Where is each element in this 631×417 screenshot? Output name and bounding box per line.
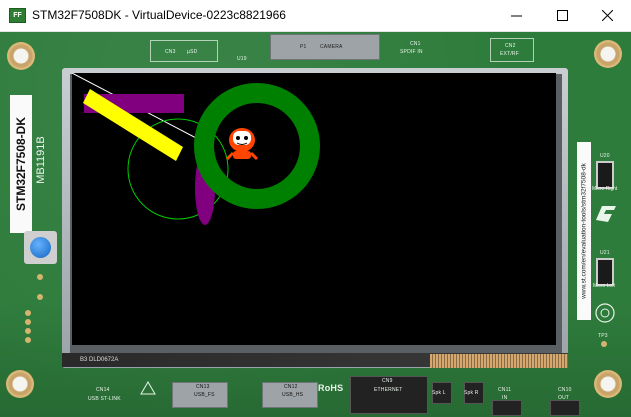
silk-u20: U20: [600, 153, 610, 159]
maximize-button[interactable]: [540, 0, 586, 31]
app-icon: FF: [9, 8, 26, 23]
esd-warning-icon: [140, 381, 156, 395]
silk-usd: µSD: [187, 49, 198, 55]
board-url-text: www.st.com/en/evaluation-tools/stm32f750…: [580, 163, 588, 299]
silk-cn3: CN3: [165, 49, 176, 55]
test-pad: [25, 328, 31, 334]
silk-rohs: RoHS: [318, 383, 344, 393]
lcd-canvas: [72, 73, 320, 225]
silk-ext-rf: EXT/RF: [500, 51, 519, 57]
silk-cn13: CN13: [196, 384, 210, 390]
green-ring: [194, 83, 320, 209]
connector-usd-outline: [150, 40, 218, 62]
close-button[interactable]: [585, 0, 631, 31]
silk-cn10: CN10: [558, 387, 572, 393]
mounting-hole-top-left: [7, 42, 35, 70]
ce-mark-icon: [595, 303, 615, 323]
test-pad: [37, 294, 43, 300]
maximize-icon: [557, 10, 568, 21]
silk-cn12: CN12: [284, 384, 298, 390]
silk-cn14: CN14: [96, 387, 110, 393]
mounting-hole-top-right: [594, 40, 622, 68]
minimize-button[interactable]: [494, 0, 540, 31]
window-titlebar: FF STM32F7508DK - VirtualDevice-0223c882…: [0, 0, 631, 32]
silk-micro-left: Micro Left: [593, 283, 615, 289]
minimize-icon: [511, 15, 522, 17]
board-name-text: STM32F7508-DK: [14, 116, 28, 212]
silk-p1: P1: [300, 44, 307, 50]
silk-ethernet: ETHERNET: [374, 387, 403, 393]
silk-usb-fs: USB_FS: [194, 392, 215, 398]
silk-usb-hs: USB_HS: [282, 392, 304, 398]
board-revision: MB1191B: [34, 125, 48, 195]
silk-tp3: TP3: [598, 333, 608, 339]
silk-u21: U21: [600, 250, 610, 256]
audio-in-jack: [492, 400, 522, 416]
audio-out-jack: [550, 400, 580, 416]
test-pad: [25, 310, 31, 316]
user-button-cap: [30, 237, 51, 258]
connector-rf-outline: [490, 38, 534, 62]
board-name-label: STM32F7508-DK: [10, 95, 32, 233]
user-button[interactable]: [24, 231, 57, 264]
mascot-icon: [225, 128, 259, 161]
microphone-right: [596, 161, 614, 189]
board-revision-text: MB1191B: [35, 136, 47, 184]
silk-cn11: CN11: [498, 387, 512, 393]
silk-cn2: CN2: [505, 43, 516, 49]
lcd-screen[interactable]: [72, 73, 556, 345]
lcd-ribbon: [430, 354, 568, 368]
silk-usb-stlink: USB ST-LINK: [88, 396, 121, 402]
test-pad: [37, 274, 43, 280]
mounting-hole-bottom-left: [6, 370, 34, 398]
test-pad: [601, 341, 607, 347]
lcd-part-label: B3 DLD0672A: [80, 357, 119, 363]
st-logo-icon: [596, 206, 616, 222]
microphone-left: [596, 258, 614, 286]
mounting-hole-bottom-right: [594, 370, 622, 398]
window-title: STM32F7508DK - VirtualDevice-0223c882196…: [32, 8, 286, 22]
silk-spdif: SPDIF IN: [400, 49, 423, 55]
close-icon: [602, 10, 613, 21]
silk-spk-l: Spk L: [432, 390, 446, 396]
silk-cn9: CN9: [382, 378, 393, 384]
test-pad: [25, 337, 31, 343]
board-url-label: www.st.com/en/evaluation-tools/stm32f750…: [577, 142, 591, 320]
silk-u19: U19: [237, 56, 247, 62]
silk-micro-right: Micro Right: [592, 186, 618, 192]
silk-cn1: CN1: [410, 41, 421, 47]
silk-camera: CAMERA: [320, 44, 343, 50]
silk-spk-r: Spk R: [464, 390, 479, 396]
test-pad: [25, 319, 31, 325]
